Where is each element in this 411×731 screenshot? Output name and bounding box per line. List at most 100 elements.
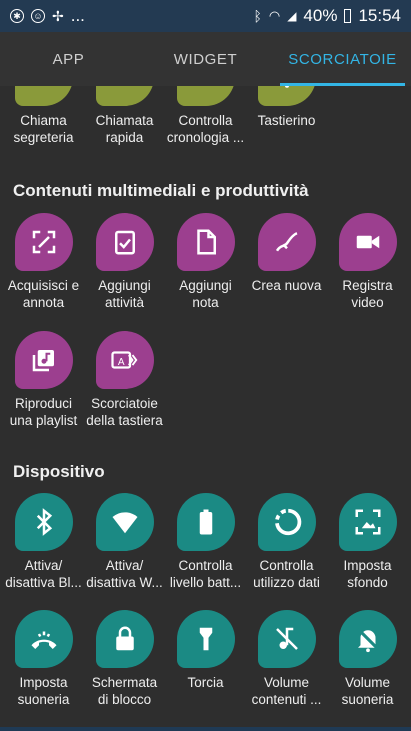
shortcut-label: Volume [263, 675, 310, 690]
shortcut-schermata-blocco[interactable]: Schermata di blocco [84, 610, 165, 708]
draw-icon [257, 213, 316, 271]
tab-bar: APP WIDGET SCORCIATOIE [0, 32, 411, 86]
shortcut-chiamata-rapida[interactable]: Chiamata rapida [84, 86, 165, 146]
data-usage-icon [257, 493, 316, 551]
shortcut-riproduci-playlist[interactable]: Riproduci una playlist [3, 331, 84, 429]
shortcut-chiama-segreteria[interactable]: Chiama segreteria [3, 86, 84, 146]
shortcut-label: Aggiungi [98, 278, 151, 293]
shortcut-label: segreteria [13, 130, 74, 145]
battery-icon [176, 493, 235, 551]
shortcut-imposta-sfondo[interactable]: Imposta sfondo [327, 493, 408, 591]
shortcut-label: disattiva Bl... [5, 575, 82, 590]
shortcut-list[interactable]: Chiama segreteria Chiamata rapida Controll… [0, 86, 411, 731]
shortcut-tastierino[interactable]: Tastierino [246, 86, 327, 146]
lock-icon [95, 610, 154, 668]
shortcut-torcia[interactable]: Torcia [165, 610, 246, 708]
battery-icon [344, 9, 352, 23]
shortcut-label: Tastierino [257, 113, 316, 128]
section-media-title: Contenuti multimediali e produttività [13, 181, 309, 200]
playlist-icon [14, 331, 73, 389]
shortcut-label: nota [192, 295, 219, 310]
shortcut-label: disattiva W... [86, 575, 163, 590]
shortcut-label: video [351, 295, 384, 310]
bluetooth-icon: ᛒ [253, 8, 262, 24]
shortcut-label: attività [104, 295, 145, 310]
shortcut-label: Controlla [178, 113, 233, 128]
battery-percent: 40% [303, 6, 338, 25]
wallpaper-icon [338, 493, 397, 551]
shortcut-aggiungi-nota[interactable]: Aggiungi nota [165, 213, 246, 311]
shortcut-label: Crea nuova [251, 278, 322, 293]
more-notifications: ... [70, 6, 85, 25]
signal-icon: ◢ [287, 9, 297, 23]
shortcut-scorciatoie-tastiera[interactable]: A Scorciatoie della tastiera [84, 331, 165, 429]
shortcut-label: Volume [344, 675, 391, 690]
shortcut-controlla-cronologia[interactable]: Controlla cronologia ... [165, 86, 246, 146]
shortcut-label: Registra [342, 278, 393, 293]
phone-icon [95, 86, 154, 106]
status-bar: ✱ ☺ ✢ ... ᛒ ◠ ◢ 40% 15:54 [0, 0, 411, 32]
bottom-edge [0, 727, 411, 731]
wifi-icon: ◠ [268, 8, 281, 23]
shortcut-wifi[interactable]: Attiva/disattiva W... [84, 493, 165, 591]
tab-widget[interactable]: WIDGET [137, 32, 274, 86]
bell-mute-icon [338, 610, 397, 668]
shortcut-label: Chiamata [95, 113, 154, 128]
capture-annotate-icon [14, 213, 73, 271]
shortcut-bluetooth[interactable]: Attiva/disattiva Bl... [3, 493, 84, 591]
shortcut-label: Chiama [20, 113, 67, 128]
shortcut-acquisisci-annota[interactable]: Acquisisci e annota [3, 213, 84, 311]
shortcut-label: contenuti ... [251, 692, 322, 707]
shortcut-label: Controlla [259, 558, 314, 573]
account-icon: ☺ [31, 9, 45, 23]
shortcut-label: suoneria [17, 692, 70, 707]
shortcut-utilizzo-dati[interactable]: Controlla utilizzo dati [246, 493, 327, 591]
shortcut-label: Schermata [91, 675, 158, 690]
voicemail-icon [14, 86, 73, 106]
shortcut-label: Torcia [187, 675, 224, 690]
shortcut-label: cronologia ... [166, 130, 245, 145]
shortcut-label: Acquisisci e [7, 278, 80, 293]
shortcut-label: suoneria [341, 692, 394, 707]
shortcut-label: Attiva/ [24, 558, 63, 573]
shortcut-label: rapida [105, 130, 144, 145]
svg-text:A: A [117, 357, 124, 368]
clock: 15:54 [358, 6, 401, 25]
shortcut-label: della tastiera [86, 413, 163, 428]
pinwheel-icon: ✢ [52, 7, 64, 24]
music-mute-icon [257, 610, 316, 668]
wifi-icon [95, 493, 154, 551]
shortcut-label: Controlla [178, 558, 233, 573]
shortcut-label: una playlist [9, 413, 78, 428]
shortcut-aggiungi-attivita[interactable]: Aggiungi attività [84, 213, 165, 311]
tab-scorciatoie[interactable]: SCORCIATOIE [274, 32, 411, 86]
shortcut-crea-nuova[interactable]: Crea nuova [246, 213, 327, 311]
shortcut-label: Riproduci [14, 396, 73, 411]
shortcut-label: annota [22, 295, 65, 310]
shortcut-label: Imposta [343, 558, 392, 573]
shortcut-livello-batteria[interactable]: Controlla livello batt... [165, 493, 246, 591]
shortcut-label: livello batt... [169, 575, 242, 590]
shortcut-label: di blocco [97, 692, 152, 707]
dialpad-icon [257, 86, 316, 106]
shortcut-label: Attiva/ [105, 558, 144, 573]
ringtone-icon [14, 610, 73, 668]
task-check-icon [95, 213, 154, 271]
shortcut-label: Imposta [19, 675, 68, 690]
shortcut-label: Scorciatoie [91, 396, 158, 411]
shortcut-imposta-suoneria[interactable]: Imposta suoneria [3, 610, 84, 708]
bluetooth-icon [14, 493, 73, 551]
tab-app[interactable]: APP [0, 32, 137, 86]
notification-icon: ✱ [10, 9, 24, 23]
phone-log-icon [176, 86, 235, 106]
video-camera-icon [338, 213, 397, 271]
note-icon [176, 213, 235, 271]
shortcut-registra-video[interactable]: Registra video [327, 213, 408, 311]
section-device-title: Dispositivo [13, 462, 105, 481]
shortcut-label: Aggiungi [179, 278, 232, 293]
shortcut-label: utilizzo dati [253, 575, 320, 590]
shortcut-label: sfondo [347, 575, 388, 590]
shortcut-volume-suoneria[interactable]: Volume suoneria [327, 610, 408, 708]
flashlight-icon [176, 610, 235, 668]
shortcut-volume-contenuti[interactable]: Volume contenuti ... [246, 610, 327, 708]
